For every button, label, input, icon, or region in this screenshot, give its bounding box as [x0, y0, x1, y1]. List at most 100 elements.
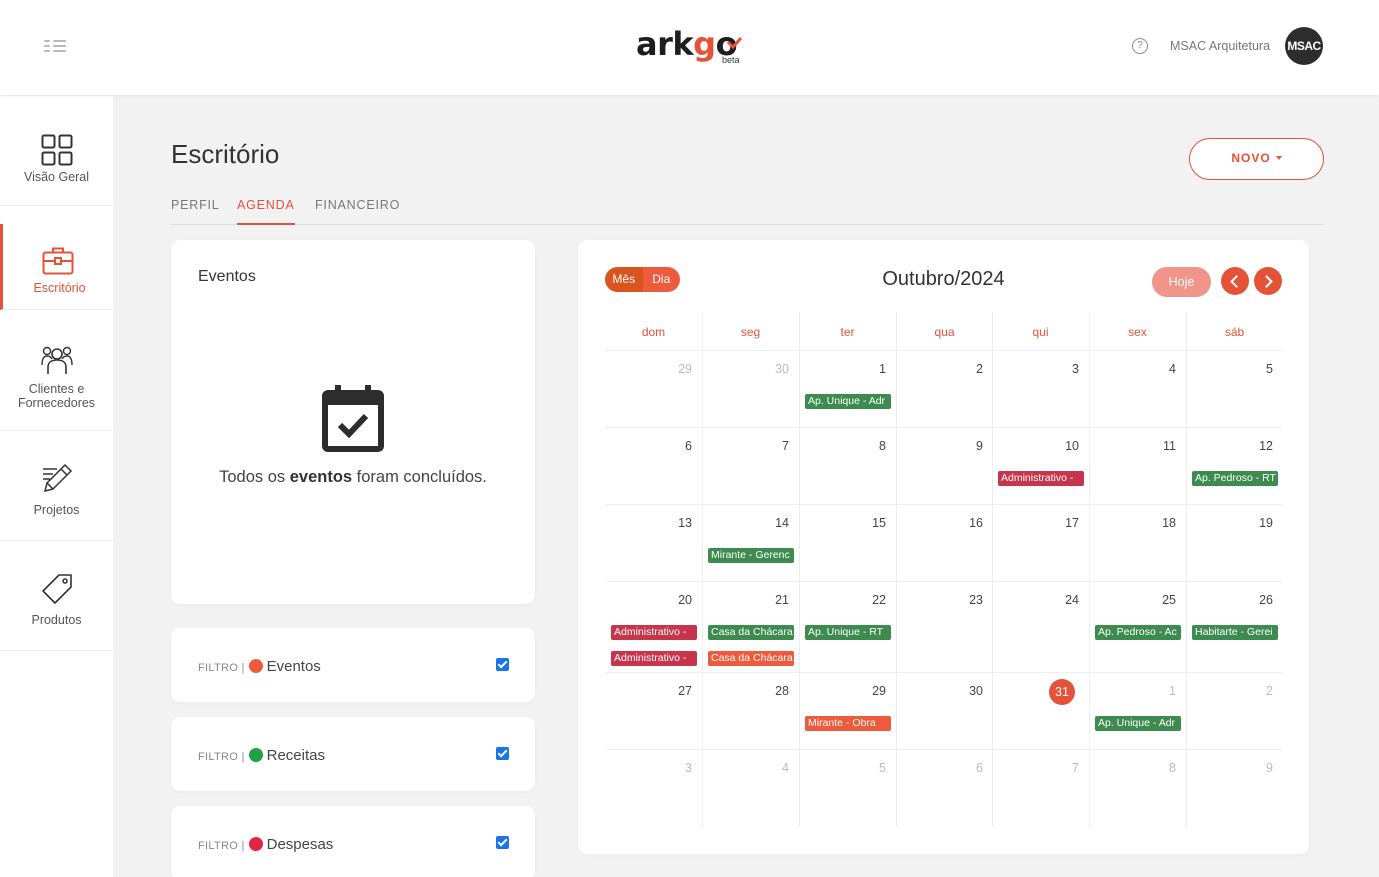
- day-number[interactable]: 7: [702, 439, 799, 453]
- day-number[interactable]: 6: [605, 439, 702, 453]
- day-number[interactable]: 4: [1089, 362, 1186, 376]
- weekday-header: qua: [934, 325, 955, 339]
- tab-agenda[interactable]: AGENDA: [237, 196, 295, 225]
- logo-beta-badge: beta: [722, 55, 740, 65]
- tab-perfil[interactable]: PERFIL: [171, 196, 220, 225]
- day-number[interactable]: 4: [702, 761, 799, 775]
- weekday-header: sex: [1128, 325, 1147, 339]
- app-logo[interactable]: arkgo beta: [636, 24, 756, 68]
- today-day[interactable]: 31: [1049, 679, 1075, 705]
- day-number[interactable]: 28: [702, 684, 799, 698]
- calendar-event[interactable]: Administrativo -: [611, 625, 697, 640]
- day-number[interactable]: 24: [992, 593, 1089, 607]
- sidebar-item-escritorio[interactable]: Escritório: [0, 224, 113, 310]
- weekday-header: ter: [840, 325, 855, 339]
- calendar-check-icon: [322, 385, 384, 452]
- calendar-event[interactable]: Administrativo -: [998, 471, 1084, 486]
- user-name[interactable]: MSAC Arquitetura: [1170, 38, 1270, 54]
- day-number[interactable]: 8: [1089, 761, 1186, 775]
- calendar-event[interactable]: Ap. Unique - RT: [805, 625, 891, 640]
- menu-toggle-icon[interactable]: [44, 40, 68, 54]
- day-number[interactable]: 21: [702, 593, 799, 607]
- people-icon: [40, 346, 73, 374]
- sidebar-item-label: Escritório: [33, 281, 86, 295]
- filter-despesas-checkbox[interactable]: [496, 836, 509, 849]
- day-number[interactable]: 11: [1089, 439, 1186, 453]
- day-number[interactable]: 10: [992, 439, 1089, 453]
- ruler-pencil-icon: [42, 463, 72, 493]
- sidebar-item-projetos[interactable]: Projetos: [0, 431, 113, 541]
- calendar-event[interactable]: Ap. Pedroso - RT: [1192, 471, 1278, 486]
- day-number[interactable]: 3: [992, 362, 1089, 376]
- day-number[interactable]: 17: [992, 516, 1089, 530]
- day-number[interactable]: 20: [605, 593, 702, 607]
- filter-dot-icon: [248, 748, 263, 762]
- help-icon[interactable]: ?: [1132, 38, 1148, 54]
- calendar-panel: Mês Dia Outubro/2024 Hoje dom seg ter qua qu…: [578, 240, 1309, 854]
- day-number[interactable]: 30: [702, 362, 799, 376]
- grid-divider: [605, 672, 1282, 673]
- day-number[interactable]: 16: [896, 516, 993, 530]
- day-number[interactable]: 18: [1089, 516, 1186, 530]
- day-number[interactable]: 27: [605, 684, 702, 698]
- day-number[interactable]: 2: [896, 362, 993, 376]
- day-number[interactable]: 15: [799, 516, 896, 530]
- calendar-event[interactable]: Ap. Unique - Adr: [1095, 716, 1181, 731]
- day-number[interactable]: 29: [605, 362, 702, 376]
- day-number[interactable]: 1: [799, 362, 896, 376]
- day-number[interactable]: 30: [896, 684, 993, 698]
- new-button[interactable]: NOVO: [1189, 138, 1324, 180]
- filter-label: FILTRO | Despesas: [198, 836, 334, 853]
- day-number[interactable]: 12: [1186, 439, 1283, 453]
- calendar-event[interactable]: Casa da Chácara: [708, 625, 794, 640]
- day-number[interactable]: 5: [799, 761, 896, 775]
- prev-month-icon[interactable]: [1221, 267, 1249, 295]
- weekday-header: seg: [740, 325, 761, 339]
- day-number[interactable]: 29: [799, 684, 896, 698]
- calendar-event[interactable]: Mirante - Gerenc: [708, 548, 794, 563]
- day-number[interactable]: 19: [1186, 516, 1283, 530]
- calendar-event[interactable]: Mirante - Obra: [805, 716, 891, 731]
- calendar-event[interactable]: Ap. Unique - Adr: [805, 394, 891, 409]
- day-number[interactable]: 5: [1186, 362, 1283, 376]
- sidebar-item-produtos[interactable]: Produtos: [0, 541, 113, 651]
- next-month-icon[interactable]: [1254, 267, 1282, 295]
- day-number[interactable]: 1: [1089, 684, 1186, 698]
- calendar-event[interactable]: Administrativo -: [611, 651, 697, 666]
- calendar-event[interactable]: Ap. Pedroso - Ac: [1095, 625, 1181, 640]
- tab-financeiro[interactable]: FINANCEIRO: [315, 196, 400, 225]
- day-number[interactable]: 22: [799, 593, 896, 607]
- day-number[interactable]: 2: [1186, 684, 1283, 698]
- day-number[interactable]: 9: [896, 439, 993, 453]
- today-button[interactable]: Hoje: [1152, 267, 1211, 297]
- caret-down-icon: [1275, 155, 1282, 160]
- sidebar-item-clientes[interactable]: Clientes e Fornecedores: [0, 321, 113, 431]
- day-number[interactable]: 3: [605, 761, 702, 775]
- day-number[interactable]: 26: [1186, 593, 1283, 607]
- day-number[interactable]: 25: [1089, 593, 1186, 607]
- grid-divider: [605, 350, 1282, 351]
- grid-icon: [41, 134, 72, 166]
- filter-label: FILTRO | Eventos: [198, 658, 321, 675]
- sidebar-item-label: Visão Geral: [23, 170, 90, 184]
- calendar-event[interactable]: Casa da Chácara: [708, 651, 794, 666]
- sidebar-item-visao-geral[interactable]: Visão Geral: [0, 96, 113, 206]
- weekday-header: dom: [641, 325, 666, 339]
- day-number[interactable]: 13: [605, 516, 702, 530]
- day-number[interactable]: 9: [1186, 761, 1283, 775]
- filter-dot-icon: [248, 837, 263, 851]
- avatar[interactable]: MSAC: [1285, 27, 1323, 65]
- filter-despesas: FILTRO | Despesas: [171, 806, 535, 877]
- briefcase-icon: [42, 247, 74, 275]
- day-number[interactable]: 14: [702, 516, 799, 530]
- filter-eventos-checkbox[interactable]: [496, 658, 509, 671]
- day-number[interactable]: 7: [992, 761, 1089, 775]
- filter-receitas: FILTRO | Receitas: [171, 717, 535, 791]
- day-number[interactable]: 6: [896, 761, 993, 775]
- day-number[interactable]: 23: [896, 593, 993, 607]
- grid-divider: [605, 581, 1282, 582]
- calendar-event[interactable]: Habitarte - Gerei: [1192, 625, 1278, 640]
- logo-check-icon: [726, 37, 743, 50]
- day-number[interactable]: 8: [799, 439, 896, 453]
- filter-receitas-checkbox[interactable]: [496, 747, 509, 760]
